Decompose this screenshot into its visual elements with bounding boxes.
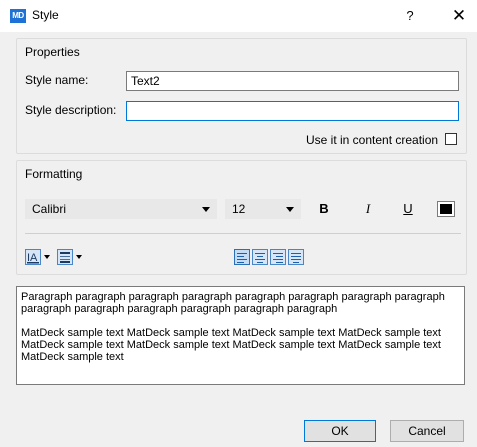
style-preview-area: Paragraph paragraph paragraph paragraph …: [16, 286, 465, 385]
help-button[interactable]: ?: [395, 0, 425, 32]
font-color-button[interactable]: [437, 201, 455, 217]
chevron-down-icon: [202, 207, 210, 212]
use-in-content-creation-checkbox[interactable]: [445, 133, 457, 145]
chevron-down-icon: [286, 207, 294, 212]
text-highlight-dropdown[interactable]: IA: [25, 249, 51, 267]
app-logo-icon: MD: [10, 9, 26, 23]
font-color-swatch: [440, 204, 452, 214]
align-right-button[interactable]: [270, 249, 286, 265]
font-family-value: Calibri: [32, 202, 67, 216]
use-in-content-creation-label: Use it in content creation: [306, 133, 439, 147]
preview-paragraph: Paragraph paragraph paragraph paragraph …: [21, 291, 445, 315]
ok-button[interactable]: OK: [304, 420, 376, 442]
align-justify-button[interactable]: [288, 249, 304, 265]
window-title: Style: [32, 8, 59, 22]
border-style-dropdown[interactable]: [57, 249, 83, 267]
properties-legend: Properties: [25, 45, 80, 59]
cancel-button[interactable]: Cancel: [390, 420, 464, 442]
style-description-input[interactable]: [126, 101, 459, 121]
close-button[interactable]: ✕: [441, 0, 477, 32]
underline-button[interactable]: U: [398, 199, 418, 219]
chevron-down-icon: [76, 255, 82, 259]
italic-button[interactable]: I: [358, 199, 378, 219]
title-bar: MD Style ? ✕: [0, 0, 477, 32]
font-size-select[interactable]: 12: [225, 199, 301, 219]
font-family-select[interactable]: Calibri: [25, 199, 217, 219]
formatting-legend: Formatting: [25, 167, 83, 181]
divider: [25, 233, 461, 234]
align-center-button[interactable]: [252, 249, 268, 265]
style-name-label: Style name:: [25, 73, 89, 87]
style-name-input[interactable]: [126, 71, 459, 91]
font-size-value: 12: [232, 202, 246, 216]
formatting-group: Formatting Calibri 12 B I U IA: [16, 160, 467, 275]
bold-button[interactable]: B: [314, 199, 334, 219]
preview-sample-text: MatDeck sample text MatDeck sample text …: [21, 327, 441, 363]
align-left-button[interactable]: [234, 249, 250, 265]
text-highlight-icon: IA: [25, 249, 41, 265]
chevron-down-icon: [44, 255, 50, 259]
border-style-icon: [57, 249, 73, 265]
style-description-label: Style description:: [25, 103, 117, 117]
properties-group: Properties Style name: Style description…: [16, 38, 467, 154]
